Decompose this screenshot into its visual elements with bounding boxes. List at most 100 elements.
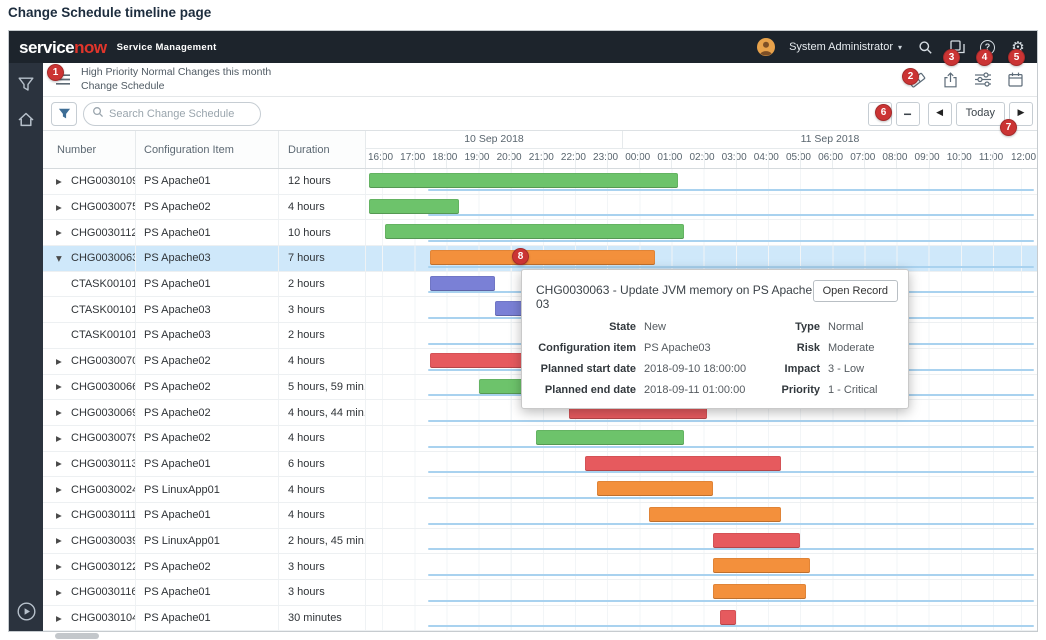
row-number: CHG0030111 xyxy=(71,509,136,522)
search-input[interactable] xyxy=(109,107,252,120)
left-sidebar xyxy=(9,63,43,631)
search-input-icon xyxy=(92,105,104,123)
sidebar-home-icon[interactable] xyxy=(18,112,34,127)
today-button[interactable]: Today xyxy=(955,101,1005,126)
schedule-window-line xyxy=(428,214,1034,217)
timeline-bar[interactable] xyxy=(648,506,781,522)
expand-toggle-icon[interactable]: ▶ xyxy=(56,588,66,597)
scrollbar-thumb[interactable] xyxy=(55,633,99,639)
timeline-bar[interactable] xyxy=(597,481,714,497)
timeline-bar[interactable] xyxy=(430,275,495,291)
timeline-bar[interactable] xyxy=(536,429,685,445)
row-number-cell: ▶ CHG0030024 xyxy=(43,477,136,502)
row-configuration-item: PS Apache01 xyxy=(136,169,279,194)
schedule-window-line xyxy=(428,419,1034,422)
popup-field-label: Planned end date xyxy=(544,384,636,396)
zoom-out-button[interactable]: − xyxy=(895,101,920,126)
sidebar-filter-icon[interactable] xyxy=(18,77,34,92)
table-row[interactable]: ▶ CHG0030112 PS Apache01 10 hours xyxy=(43,220,1037,247)
row-number: CHG0030109 xyxy=(71,175,136,188)
expand-toggle-icon[interactable]: ▶ xyxy=(56,177,66,186)
user-menu[interactable]: System Administrator ▾ xyxy=(789,41,902,53)
expand-toggle-icon[interactable]: ▶ xyxy=(56,485,66,494)
logo-now-text: now xyxy=(74,37,107,57)
timeline-bar[interactable] xyxy=(430,250,656,266)
table-row[interactable]: ▼ CHG0030063 PS Apache03 7 hours xyxy=(43,246,1037,272)
popup-field-value: Normal xyxy=(828,321,864,333)
grid-header: Number Configuration Item Duration 10 Se… xyxy=(43,131,1037,169)
expand-toggle-icon[interactable]: ▼ xyxy=(56,254,66,263)
hour-label: 11:00 xyxy=(978,152,1004,163)
table-row[interactable]: ▶ CHG0030024 PS LinuxApp01 4 hours xyxy=(43,477,1037,503)
row-number-cell: CTASK0010163 xyxy=(43,323,136,348)
expand-toggle-icon[interactable]: ▶ xyxy=(56,408,66,417)
settings-sliders-icon[interactable] xyxy=(975,72,991,87)
expand-toggle-icon[interactable]: ▶ xyxy=(56,459,66,468)
timeline-bar[interactable] xyxy=(713,532,801,548)
hour-label: 01:00 xyxy=(657,152,683,163)
expand-toggle-icon[interactable]: ▶ xyxy=(56,511,66,520)
popup-field-value: 3 - Low xyxy=(828,363,865,375)
popup-field-label: Type xyxy=(795,321,820,333)
row-timeline xyxy=(366,502,1037,528)
open-record-button[interactable]: Open Record xyxy=(812,280,898,302)
row-configuration-item: PS Apache01 xyxy=(136,451,279,477)
table-row[interactable]: ▶ CHG0030039 PS LinuxApp01 2 hours, 45 min.… xyxy=(43,528,1037,555)
timeline-bar[interactable] xyxy=(385,224,685,240)
row-duration: 4 hours xyxy=(279,348,366,374)
expand-toggle-icon[interactable]: ▶ xyxy=(56,536,66,545)
row-duration: 7 hours xyxy=(279,246,366,271)
expand-toggle-icon[interactable]: ▶ xyxy=(56,614,66,623)
timeline-bar[interactable] xyxy=(369,198,460,214)
horizontal-scrollbar[interactable] xyxy=(8,632,1038,640)
table-row[interactable]: ▶ CHG0030122 PS Apache02 3 hours xyxy=(43,554,1037,580)
previous-button[interactable]: ◀ xyxy=(927,101,952,126)
schedule-window-line xyxy=(428,599,1034,602)
timeline-bar[interactable] xyxy=(584,455,781,471)
share-export-icon[interactable] xyxy=(943,71,958,88)
table-row[interactable]: ▶ CHG0030109 PS Apache01 12 hours xyxy=(43,169,1037,195)
table-row[interactable]: ▶ CHG0030111 PS Apache01 4 hours xyxy=(43,502,1037,529)
hour-separator xyxy=(864,151,866,168)
hour-separator xyxy=(703,151,705,168)
timeline-bar[interactable] xyxy=(713,584,807,599)
hour-label: 17:00 xyxy=(400,152,426,163)
expand-toggle-icon[interactable]: ▶ xyxy=(56,434,66,443)
user-avatar[interactable] xyxy=(757,38,776,56)
search-icon[interactable] xyxy=(916,38,934,56)
timeline-bar[interactable] xyxy=(719,609,736,625)
hour-label: 12:00 xyxy=(1011,152,1037,163)
hour-separator xyxy=(832,151,834,168)
callout-badge-2: 2 xyxy=(902,68,919,85)
hour-separator xyxy=(735,151,737,168)
callout-badge-7: 7 xyxy=(1000,119,1017,136)
schedule-window-line xyxy=(428,496,1034,499)
table-row[interactable]: ▶ CHG0030116 PS Apache01 3 hours xyxy=(43,580,1037,606)
column-header-configuration-item: Configuration Item xyxy=(136,131,279,168)
table-row[interactable]: ▶ CHG0030104 PS Apache01 30 minutes xyxy=(43,605,1037,631)
expand-toggle-icon[interactable]: ▶ xyxy=(56,203,66,212)
expand-toggle-icon[interactable]: ▶ xyxy=(56,228,66,237)
table-row[interactable]: ▶ CHG0030113 PS Apache01 6 hours xyxy=(43,451,1037,478)
row-configuration-item: PS Apache01 xyxy=(136,220,279,246)
table-row[interactable]: ▶ CHG0030079 PS Apache02 4 hours xyxy=(43,425,1037,452)
hour-label: 10:00 xyxy=(946,152,972,163)
schedule-window-line xyxy=(428,574,1034,576)
schedule-window-line xyxy=(428,188,1034,191)
calendar-icon[interactable] xyxy=(1008,72,1023,87)
search-box[interactable] xyxy=(83,101,261,126)
row-number-cell: ▶ CHG0030075 xyxy=(43,194,136,220)
expand-toggle-icon[interactable]: ▶ xyxy=(56,382,66,391)
row-number: CHG0030069 xyxy=(71,406,136,419)
table-row[interactable]: ▶ CHG0030075 PS Apache02 4 hours xyxy=(43,194,1037,221)
expand-toggle-icon[interactable]: ▶ xyxy=(56,562,66,571)
hour-separator xyxy=(960,151,962,168)
expand-toggle-icon[interactable]: ▶ xyxy=(56,357,66,366)
filter-button[interactable] xyxy=(51,101,77,126)
row-duration: 4 hours xyxy=(279,194,366,220)
timeline-bar[interactable] xyxy=(369,173,678,188)
timeline-bar[interactable] xyxy=(713,558,810,574)
row-duration: 30 minutes xyxy=(279,605,366,631)
sidebar-play-icon[interactable] xyxy=(16,602,36,621)
popup-field-value: 2018-09-11 01:00:00 xyxy=(644,384,746,396)
